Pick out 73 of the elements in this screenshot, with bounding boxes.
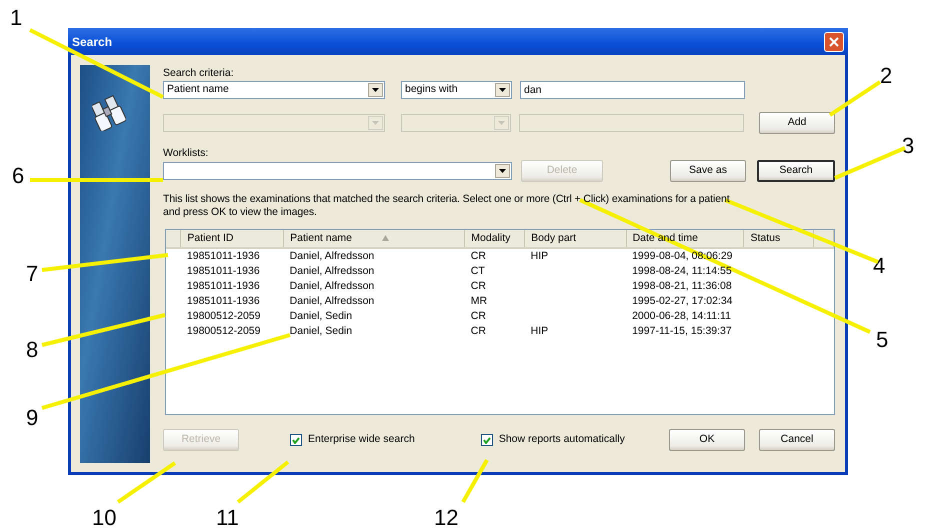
table-cell: CT	[470, 265, 485, 277]
table-cell: MR	[470, 295, 488, 307]
table-cell: Daniel, Sedin	[290, 310, 352, 322]
leader-line	[828, 80, 882, 117]
table-cell: 19800512-2059	[186, 325, 260, 337]
callout-number: 8	[26, 338, 38, 362]
worklist-dropdown[interactable]	[163, 162, 512, 180]
leader-line	[236, 460, 290, 504]
checkbox[interactable]: Enterprise wide search	[290, 432, 415, 448]
cancel-button[interactable]: Cancel	[759, 429, 835, 451]
table-cell: 1997-11-15, 15:39:37	[632, 325, 732, 337]
table-cell: 1998-08-21, 11:36:08	[632, 280, 732, 292]
table-cell: 19851011-1936	[186, 295, 260, 307]
add-button[interactable]: Add	[759, 112, 835, 134]
column-header[interactable]	[166, 230, 181, 248]
ok-button[interactable]: OK	[669, 429, 745, 451]
caret-icon	[372, 121, 379, 125]
column-header[interactable]: Status	[744, 230, 814, 248]
column-header[interactable]: Patient name	[284, 230, 465, 248]
callout-number: 3	[902, 134, 914, 158]
table-cell: HIP	[530, 325, 548, 337]
table-cell: HIP	[530, 250, 548, 262]
operator-dropdown[interactable]: begins with	[401, 81, 512, 99]
callout-number: 2	[880, 64, 892, 88]
value-field[interactable]: dan	[520, 81, 745, 99]
callout-number: 5	[876, 328, 888, 352]
callout-number: 11	[216, 506, 239, 528]
table-cell: 19800512-2059	[186, 310, 260, 322]
table-cell: 19851011-1936	[186, 265, 260, 277]
callout-number: 6	[12, 164, 24, 188]
caret-icon	[499, 88, 506, 92]
leader-line	[461, 459, 489, 503]
callout-number: 12	[434, 506, 458, 528]
table-cell: 19851011-1936	[186, 250, 260, 262]
table-cell: 1995-02-27, 17:02:34	[632, 295, 733, 307]
close-icon	[829, 36, 839, 46]
binoculars-icon	[92, 95, 126, 131]
field-dropdown[interactable]: Patient name	[163, 81, 385, 99]
table-cell: Daniel, Alfredsson	[290, 280, 374, 292]
checkmark-icon	[482, 436, 491, 444]
field-label: Worklists:	[163, 146, 210, 161]
checkbox[interactable]: Show reports automatically	[480, 432, 625, 448]
callout-number: 7	[26, 262, 38, 286]
search-button[interactable]: Search	[757, 160, 835, 182]
leader-line	[116, 461, 176, 504]
window-title: Search	[72, 34, 112, 50]
table-cell: 1998-08-24, 11:14:55	[632, 265, 732, 277]
table-cell: CR	[470, 280, 486, 292]
operator-dropdown[interactable]	[400, 114, 512, 132]
instruction-text: This list shows the examinations that matched the search criteria. Select one or more (Ctrl + Click) examinations for a patient and press OK to view the images.	[163, 193, 731, 219]
checkmark-icon	[292, 436, 300, 444]
table-cell: 2000-06-28, 14:11:11	[632, 310, 731, 322]
callout-number: 10	[92, 506, 116, 528]
save-as-button[interactable]: Save as	[670, 160, 746, 182]
caret-icon	[498, 121, 506, 125]
table-cell: 19851011-1936	[186, 280, 260, 292]
table-cell: CR	[470, 325, 486, 337]
table-cell: Daniel, Alfredsson	[290, 265, 374, 277]
table-cell: CR	[470, 250, 486, 262]
column-header[interactable]: Patient ID	[180, 230, 284, 248]
table-cell: Daniel, Alfredsson	[290, 295, 374, 307]
table-cell: CR	[470, 310, 486, 322]
caret-icon	[499, 169, 506, 173]
table-cell: Daniel, Sedin	[290, 325, 352, 337]
callout-number: 4	[873, 254, 886, 278]
close-button[interactable]	[824, 32, 844, 52]
caret-icon	[372, 88, 379, 92]
column-header[interactable]: Modality	[464, 230, 525, 248]
table-cell: Daniel, Alfredsson	[290, 250, 374, 262]
column-header[interactable]: Body part	[524, 230, 626, 248]
callout-number: 9	[26, 406, 38, 430]
callout-number: 1	[10, 6, 22, 30]
field-label: Search criteria:	[163, 66, 235, 81]
